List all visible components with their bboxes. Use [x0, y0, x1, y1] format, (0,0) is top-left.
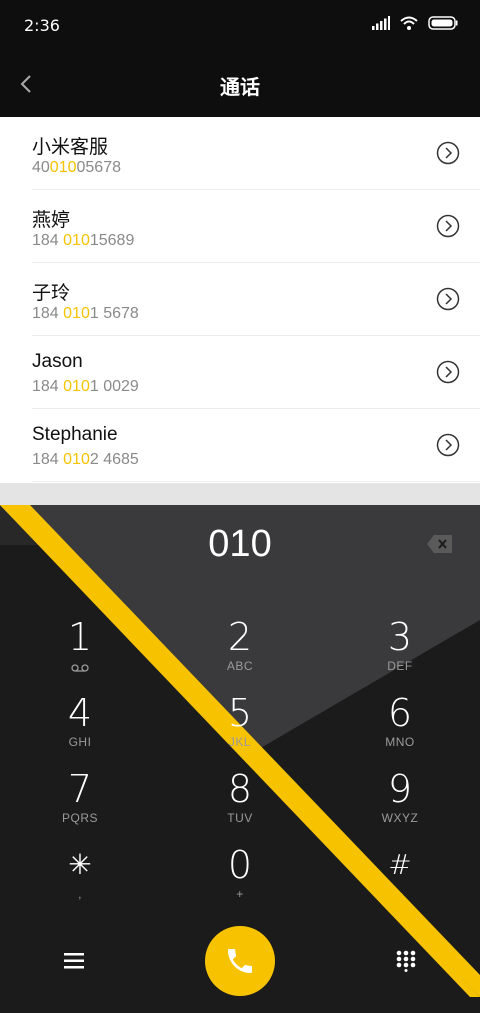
key-hash[interactable]: # — [345, 845, 455, 915]
contact-name: 燕婷 — [32, 210, 71, 231]
chevron-right-circle-icon[interactable] — [436, 287, 460, 311]
battery-icon — [428, 16, 458, 30]
dialpad: 010 1 2 ABC 3 DEF 4 GHI 5 JKL 6 MNO 7 PQ… — [0, 505, 480, 1013]
call-button[interactable] — [205, 926, 275, 996]
phone-icon — [228, 949, 252, 973]
voicemail-icon — [71, 664, 89, 672]
contact-number: 184 0102 4685 — [32, 451, 139, 468]
wifi-icon — [400, 16, 418, 30]
status-icons — [372, 16, 458, 30]
contact-name: Jason — [32, 351, 83, 372]
title-bar: 通话 — [0, 52, 480, 117]
divider — [32, 481, 480, 482]
key-8[interactable]: 8 TUV — [185, 769, 295, 839]
menu-icon — [64, 953, 84, 969]
menu-button[interactable] — [54, 941, 94, 981]
key-2[interactable]: 2 ABC — [185, 617, 295, 687]
key-star[interactable]: ✳ , — [25, 845, 135, 915]
key-0[interactable]: 0 + — [185, 845, 295, 915]
key-4[interactable]: 4 GHI — [25, 693, 135, 763]
key-9[interactable]: 9 WXYZ — [345, 769, 455, 839]
signal-icon — [372, 16, 390, 30]
key-7[interactable]: 7 PQRS — [25, 769, 135, 839]
key-6[interactable]: 6 MNO — [345, 693, 455, 763]
chevron-right-circle-icon[interactable] — [436, 214, 460, 238]
contact-row[interactable]: 燕婷 184 01015689 — [0, 190, 480, 263]
page-title: 通话 — [220, 75, 260, 99]
status-bar: 2:36 — [0, 0, 480, 52]
list-bottom-strip — [0, 483, 480, 505]
contact-list: 小米客服 4001005678 燕婷 184 01015689 子玲 184 0… — [0, 117, 480, 483]
dialpad-toggle-button[interactable] — [386, 941, 426, 981]
key-5[interactable]: 5 JKL — [185, 693, 295, 763]
dialpad-icon — [396, 950, 416, 972]
contact-number: 184 0101 5678 — [32, 305, 139, 322]
chevron-right-circle-icon[interactable] — [436, 433, 460, 457]
status-time: 2:36 — [24, 16, 60, 35]
key-1[interactable]: 1 — [25, 617, 135, 687]
contact-row[interactable]: Jason 184 0101 0029 — [0, 336, 480, 409]
contact-number: 184 01015689 — [32, 232, 135, 249]
backspace-icon[interactable] — [426, 533, 454, 555]
contact-name: 子玲 — [32, 283, 71, 304]
contact-name: 小米客服 — [32, 137, 109, 158]
key-3[interactable]: 3 DEF — [345, 617, 455, 687]
contact-name: Stephanie — [32, 424, 118, 445]
dialed-number-display: 010 — [208, 523, 272, 565]
contact-number: 184 0101 0029 — [32, 378, 139, 395]
contact-row[interactable]: 小米客服 4001005678 — [0, 117, 480, 190]
chevron-right-circle-icon[interactable] — [436, 360, 460, 384]
chevron-right-circle-icon[interactable] — [436, 141, 460, 165]
contact-row[interactable]: 子玲 184 0101 5678 — [0, 263, 480, 336]
contact-row[interactable]: Stephanie 184 0102 4685 — [0, 409, 480, 482]
contact-number: 4001005678 — [32, 159, 121, 176]
